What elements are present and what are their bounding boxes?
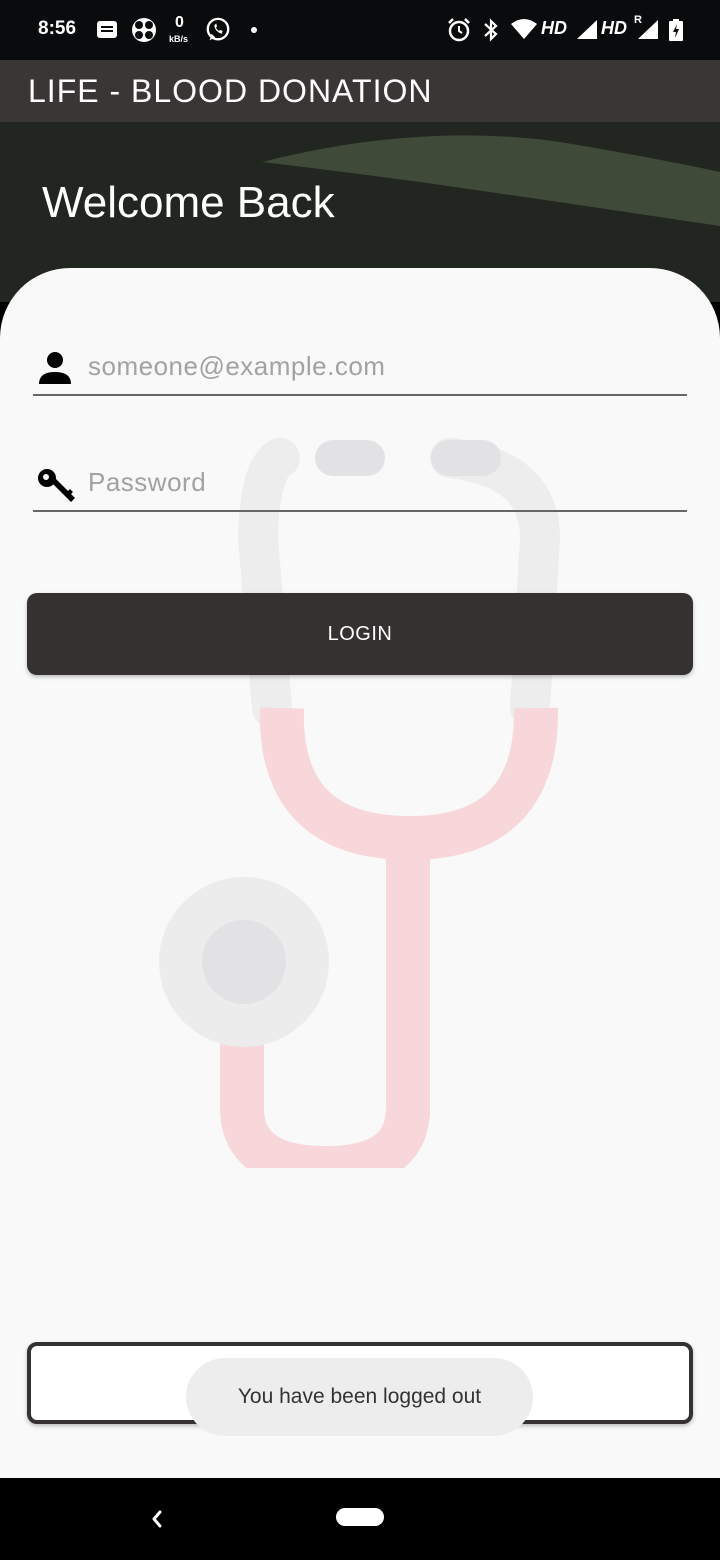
signal-icon xyxy=(577,20,597,39)
dot-icon xyxy=(251,27,257,33)
status-bar: 8:56 0 kB/s HD HD R xyxy=(0,0,720,60)
battery-icon xyxy=(669,19,683,41)
stethoscope-icon xyxy=(159,438,561,1168)
bluetooth-icon xyxy=(484,18,498,42)
welcome-title: Welcome Back xyxy=(42,178,335,227)
login-button[interactable]: LOGIN xyxy=(27,593,693,675)
navigation-bar xyxy=(0,1478,720,1560)
hd-label: HD xyxy=(541,18,567,38)
speed-unit: kB/s xyxy=(169,34,189,44)
fan-icon xyxy=(132,18,156,42)
home-pill[interactable] xyxy=(336,1508,384,1526)
app-title: LIFE - BLOOD DONATION xyxy=(28,73,433,109)
speed-value: 0 xyxy=(175,14,184,31)
wifi-icon xyxy=(511,19,537,39)
login-card: LOGIN REGISTER You have been logged out xyxy=(0,268,720,1478)
hd-label: HD xyxy=(601,18,627,38)
key-icon xyxy=(38,469,75,502)
status-time: 8:56 xyxy=(38,18,77,39)
password-field xyxy=(33,452,687,512)
logout-toast: You have been logged out xyxy=(186,1358,533,1436)
message-icon xyxy=(97,21,117,38)
app-bar: LIFE - BLOOD DONATION xyxy=(0,60,720,122)
person-icon xyxy=(39,352,71,384)
password-input[interactable] xyxy=(88,462,668,502)
signal-icon xyxy=(638,20,658,39)
whatsapp-icon xyxy=(206,17,230,41)
back-icon[interactable] xyxy=(142,1502,172,1536)
email-field xyxy=(33,336,687,396)
email-input[interactable] xyxy=(88,346,668,386)
alarm-icon xyxy=(448,18,470,42)
